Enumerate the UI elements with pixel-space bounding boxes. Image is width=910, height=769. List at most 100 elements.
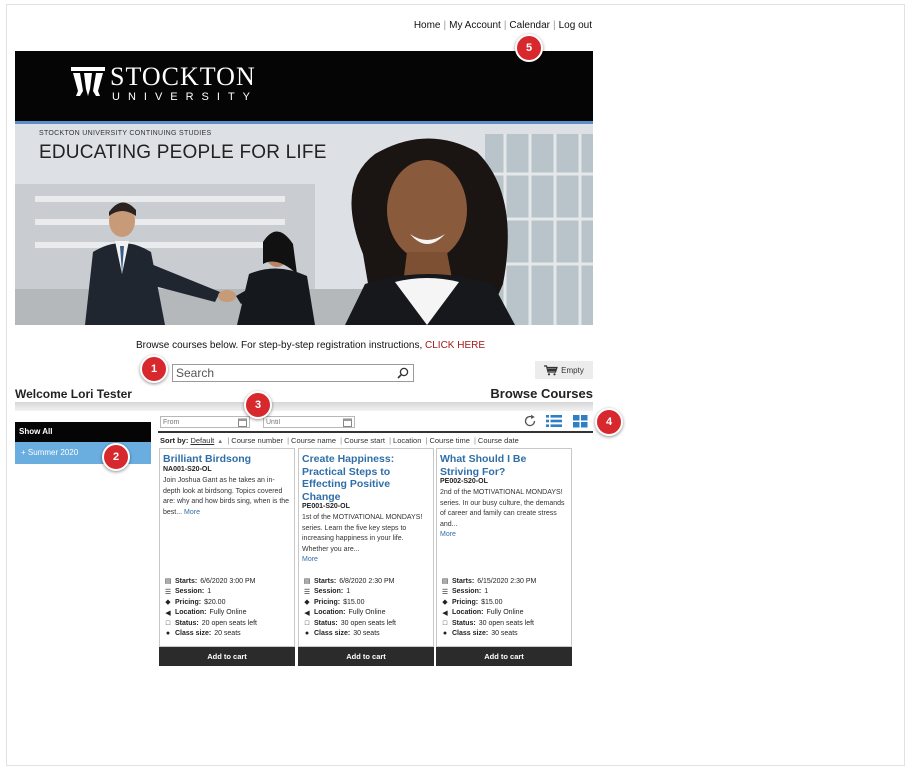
meta-value: Fully Online [209, 609, 247, 617]
logo-subtitle: UNIVERSITY [112, 91, 259, 103]
callout-badge-1: 1 [140, 355, 168, 383]
sort-separator: | [340, 436, 343, 445]
meta-label: Class size: [314, 630, 351, 638]
sidebar-item-summer-2020[interactable]: + Summer 2020 [15, 442, 151, 464]
hero-banner: STOCKTON UNIVERSITY CONTINUING STUDIES E… [15, 124, 593, 325]
cart-button[interactable]: Empty [535, 361, 593, 379]
from-date-field [160, 416, 250, 428]
university-logo-icon [71, 67, 105, 96]
list-icon: ☰ [303, 588, 311, 596]
meta-starts: ▤ Starts: 6/8/2020 2:30 PM [302, 576, 432, 587]
sort-course-date-link[interactable]: Course date [478, 436, 519, 445]
meta-label: Status: [175, 619, 199, 627]
sort-separator: | [287, 436, 290, 445]
meta-starts: ▤ Starts: 6/6/2020 3:00 PM [163, 576, 293, 587]
sidebar-show-all[interactable]: Show All [15, 422, 151, 442]
meta-label: Status: [314, 619, 338, 627]
callout-badge-4: 4 [595, 408, 623, 436]
more-link[interactable]: More [302, 556, 318, 563]
add-to-cart-button[interactable]: Add to cart [436, 647, 572, 666]
meta-value: 1 [484, 588, 489, 596]
add-to-cart-button[interactable]: Add to cart [298, 647, 434, 666]
sort-course-name-link[interactable]: Course name [291, 436, 336, 445]
refresh-icon[interactable] [523, 414, 537, 428]
course-meta: ▤ Starts: 6/8/2020 2:30 PM ☰ Session: 1 ◆ Pri… [302, 576, 432, 639]
sort-separator: | [425, 436, 428, 445]
add-to-cart-button[interactable]: Add to cart [159, 647, 295, 666]
course-title-link[interactable]: Brilliant Birdsong [163, 453, 291, 466]
grid-view-icon[interactable] [573, 414, 588, 428]
sort-course-time-link[interactable]: Course time [429, 436, 469, 445]
nav-calendar-link[interactable]: Calendar [509, 20, 550, 31]
section-divider [15, 402, 593, 411]
people-icon: ● [442, 630, 448, 638]
site-header: STOCKTON UNIVERSITY [15, 51, 593, 121]
meta-location: ◀ Location: Fully Online [302, 608, 432, 619]
meta-status: □ Status: 30 open seats left [302, 618, 432, 629]
from-date-input[interactable] [163, 417, 233, 427]
sort-separator: | [473, 436, 476, 445]
meta-class-size: ● Class size: 20 seats [163, 629, 293, 640]
meta-value: 6/8/2020 2:30 PM [339, 577, 395, 585]
meta-label: Session: [452, 588, 482, 596]
cart-icon [544, 364, 558, 375]
meta-value: 30 open seats left [340, 619, 396, 627]
sort-course-start-link[interactable]: Course start [344, 436, 385, 445]
course-meta: ▤ Starts: 6/6/2020 3:00 PM ☰ Session: 1 ◆ Pri… [163, 576, 293, 639]
nav-separator: | [443, 20, 447, 31]
meta-value: 30 open seats left [478, 619, 534, 627]
course-description: 1st of the MOTIVATIONAL MONDAYS! series.… [302, 513, 430, 566]
course-card: What Should I Be Striving For? PE002-S20… [436, 448, 572, 647]
more-link[interactable]: More [184, 509, 200, 516]
click-here-link[interactable]: CLICK HERE [425, 340, 485, 351]
meta-session: ☰ Session: 1 [440, 587, 570, 598]
people-icon: ● [304, 630, 310, 638]
sort-course-number-link[interactable]: Course number [231, 436, 283, 445]
course-code: NA001-S20-OL [163, 466, 212, 473]
sort-location-link[interactable]: Location [393, 436, 421, 445]
search-icon[interactable] [397, 367, 409, 379]
calendar-icon: ▤ [441, 578, 449, 586]
course-code: PE002-S20-OL [440, 478, 488, 485]
list-icon: ☰ [441, 588, 449, 596]
course-code: PE001-S20-OL [302, 503, 350, 510]
meta-starts: ▤ Starts: 6/15/2020 2:30 PM [440, 576, 570, 587]
course-description: Join Joshua Gant as he takes an in-depth… [163, 476, 291, 518]
meta-label: Session: [175, 588, 205, 596]
sort-arrow-icon: ▲ [217, 439, 224, 445]
filter-divider [158, 431, 593, 433]
nav-logout-link[interactable]: Log out [559, 20, 592, 31]
meta-label: Location: [452, 609, 484, 617]
list-view-icon[interactable] [546, 414, 562, 428]
sort-default-link[interactable]: Default [190, 436, 214, 445]
people-icon: ● [165, 630, 171, 638]
instructions-text: Browse courses below. For step-by-step r… [136, 340, 426, 351]
sort-separator: | [227, 436, 230, 445]
meta-label: Pricing: [314, 598, 341, 606]
meta-value: 30 seats [491, 630, 518, 638]
sort-separator: | [389, 436, 392, 445]
sort-label: Sort by: [160, 436, 189, 445]
top-nav: Home | My Account | Calendar | Log out [414, 20, 592, 31]
calendar-icon[interactable] [343, 418, 352, 427]
nav-home-link[interactable]: Home [414, 20, 441, 31]
course-card: Brilliant Birdsong NA001-S20-OL Join Jos… [159, 448, 295, 647]
calendar-icon[interactable] [238, 418, 247, 427]
meta-pricing: ◆ Pricing: $20.00 [163, 597, 293, 608]
location-arrow-icon: ◀ [304, 609, 310, 617]
course-title-link[interactable]: What Should I Be Striving For? [440, 453, 568, 478]
meta-label: Starts: [175, 577, 198, 585]
sort-bar: Sort by: Default ▲ | Course number | Cours… [160, 436, 519, 445]
hero-kicker-text: STOCKTON UNIVERSITY CONTINUING STUDIES [39, 130, 212, 137]
search-input[interactable] [176, 366, 386, 380]
until-date-input[interactable] [266, 417, 336, 427]
meta-value: 20 open seats left [201, 619, 257, 627]
meta-pricing: ◆ Pricing: $15.00 [440, 597, 570, 608]
nav-separator: | [503, 20, 507, 31]
meta-location: ◀ Location: Fully Online [440, 608, 570, 619]
nav-my-account-link[interactable]: My Account [449, 20, 501, 31]
course-title-link[interactable]: Create Happiness: Practical Steps to Eff… [302, 453, 430, 503]
meta-value: 6/6/2020 3:00 PM [200, 577, 256, 585]
meta-session: ☰ Session: 1 [302, 587, 432, 598]
more-link[interactable]: More [440, 531, 456, 538]
